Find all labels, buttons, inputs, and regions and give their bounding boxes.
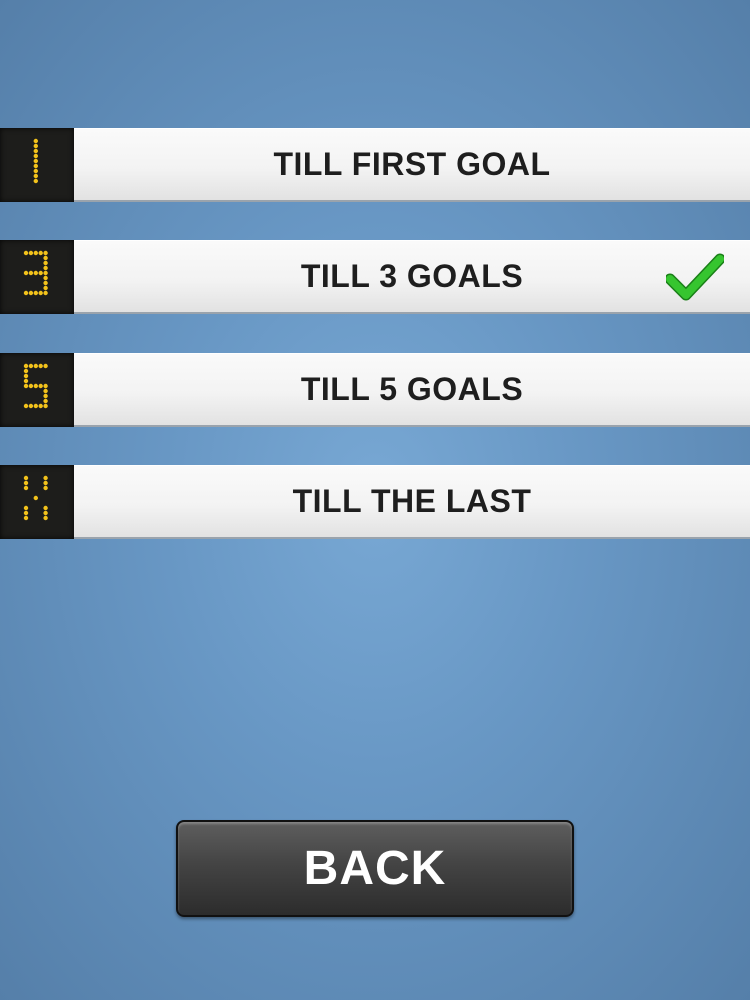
led-dot <box>43 510 48 516</box>
led-dot <box>33 270 38 276</box>
led-dot <box>23 510 29 516</box>
led-dot <box>28 383 34 389</box>
led-digit-1-icon <box>33 138 38 184</box>
led-dot <box>23 250 29 256</box>
led-dot <box>33 153 38 159</box>
led-dot <box>38 363 43 369</box>
led-dot <box>23 378 29 384</box>
led-dot <box>38 270 43 276</box>
led-dot <box>33 178 38 184</box>
mode-bar[interactable]: TILL THE LAST <box>74 465 750 539</box>
led-dot <box>43 285 48 291</box>
led-dot <box>28 290 34 296</box>
led-dot <box>33 148 38 154</box>
led-dot <box>43 363 48 369</box>
led-dot <box>43 480 48 486</box>
led-dot <box>33 403 38 409</box>
mode-option-5-goals[interactable]: TILL 5 GOALS <box>0 353 750 427</box>
led-dot <box>43 260 48 266</box>
checkmark-icon <box>666 253 724 301</box>
led-dot <box>23 373 29 379</box>
led-dot <box>33 168 38 174</box>
mode-label: TILL 3 GOALS <box>300 258 524 294</box>
led-dot <box>23 505 29 511</box>
led-dot <box>33 383 38 389</box>
led-dot <box>38 383 43 389</box>
led-dot <box>43 270 48 276</box>
back-button-label: BACK <box>303 842 447 895</box>
led-dot <box>23 403 29 409</box>
led-dot <box>23 290 29 296</box>
led-dot <box>43 398 48 404</box>
led-dot <box>43 388 48 394</box>
led-badge-x <box>0 465 74 539</box>
led-dot <box>33 138 38 144</box>
led-dot <box>43 383 48 389</box>
mode-option-till-last[interactable]: TILL THE LAST <box>0 465 750 539</box>
led-dot <box>33 158 38 164</box>
mode-bar[interactable]: TILL 5 GOALS <box>74 353 750 427</box>
mode-label: TILL THE LAST <box>292 483 532 519</box>
led-dot <box>33 363 38 369</box>
led-dot <box>43 475 48 481</box>
led-dot <box>33 250 38 256</box>
led-dot <box>23 368 29 374</box>
led-dot <box>43 393 48 399</box>
led-digit-x-icon <box>23 475 48 521</box>
led-dot <box>38 250 43 256</box>
led-digit-3-icon <box>23 250 48 296</box>
led-dot <box>43 485 48 491</box>
led-dot <box>33 290 38 296</box>
led-dot <box>43 265 48 271</box>
led-dot <box>43 290 48 296</box>
goal-mode-list: TILL FIRST GOAL TILL 3 GOALS TILL 5 GOAL… <box>0 0 750 600</box>
led-dot <box>23 515 29 521</box>
led-badge-3 <box>0 240 74 314</box>
led-dot <box>28 363 34 369</box>
led-badge-5 <box>0 353 74 427</box>
led-dot <box>23 363 29 369</box>
led-dot <box>43 275 48 281</box>
led-dot <box>33 163 38 169</box>
led-dot <box>33 143 38 149</box>
led-dot <box>43 505 48 511</box>
led-dot <box>43 255 48 261</box>
led-dot <box>43 403 48 409</box>
led-dot <box>43 280 48 286</box>
led-dot <box>23 485 29 491</box>
mode-bar[interactable]: TILL FIRST GOAL <box>74 128 750 202</box>
mode-option-3-goals[interactable]: TILL 3 GOALS <box>0 240 750 314</box>
led-digit-5-icon <box>23 363 48 409</box>
led-dot <box>28 270 34 276</box>
led-dot <box>33 173 38 179</box>
mode-label: TILL 5 GOALS <box>300 371 524 407</box>
led-dot <box>43 515 48 521</box>
led-dot <box>23 383 29 389</box>
led-dot <box>43 250 48 256</box>
led-dot <box>23 480 29 486</box>
mode-label: TILL FIRST GOAL <box>273 146 551 182</box>
led-dot <box>28 403 34 409</box>
back-button[interactable]: BACK <box>176 820 574 917</box>
led-dot <box>33 495 38 501</box>
led-dot <box>23 475 29 481</box>
led-badge-1 <box>0 128 74 202</box>
led-dot <box>23 270 29 276</box>
led-dot <box>28 250 34 256</box>
mode-option-first-goal[interactable]: TILL FIRST GOAL <box>0 128 750 202</box>
mode-bar[interactable]: TILL 3 GOALS <box>74 240 750 314</box>
led-dot <box>38 290 43 296</box>
led-dot <box>38 403 43 409</box>
